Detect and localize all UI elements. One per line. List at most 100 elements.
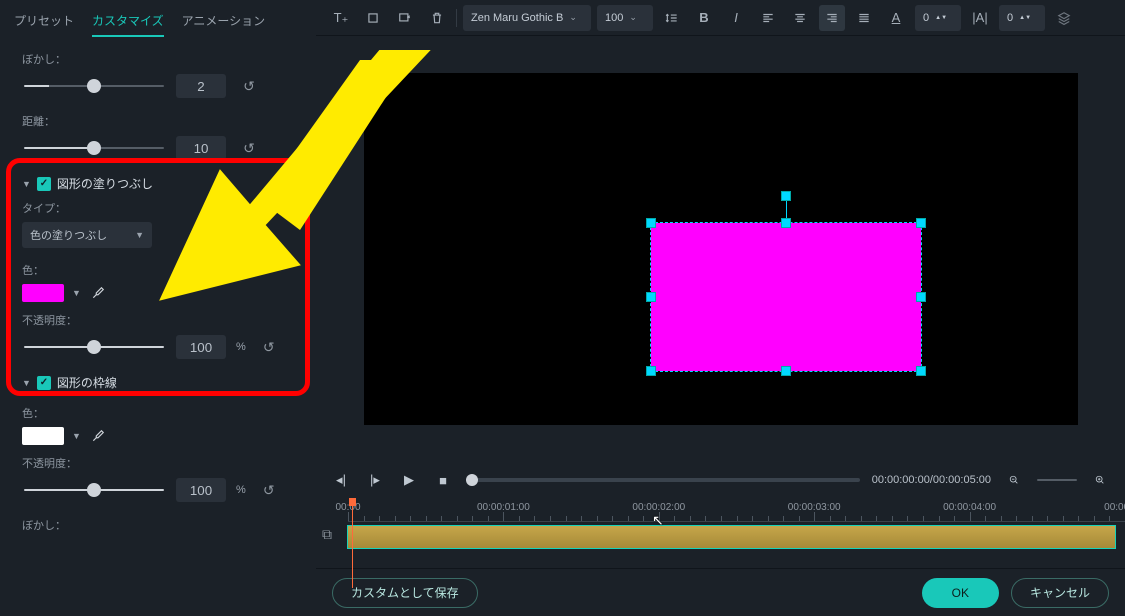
- align-left-icon[interactable]: [755, 5, 781, 31]
- text-toolbar: T₊ Zen Maru Gothic B⌄ 100⌄ B I: [316, 0, 1125, 36]
- letter-width-icon[interactable]: |A|: [967, 5, 993, 31]
- handle-top-right[interactable]: [916, 218, 926, 228]
- delete-icon[interactable]: [424, 5, 450, 31]
- cancel-button[interactable]: キャンセル: [1011, 578, 1109, 608]
- blur-value[interactable]: [176, 74, 226, 98]
- stroke-opacity-label: 不透明度：: [22, 455, 294, 471]
- ruler-label: 00:00: [335, 502, 360, 513]
- ruler-label: 00:00:03:00: [788, 502, 841, 513]
- char-spacing-input[interactable]: 0 ▲▼: [915, 5, 961, 31]
- stroke-color-label: 色：: [22, 405, 294, 421]
- tab-customize[interactable]: カスタマイズ: [92, 8, 164, 37]
- stroke-checkbox[interactable]: ✓: [37, 376, 51, 390]
- handle-top-left[interactable]: [646, 218, 656, 228]
- seek-thumb[interactable]: [466, 474, 478, 486]
- distance-reset[interactable]: ↺: [236, 135, 262, 161]
- handle-top[interactable]: [781, 218, 791, 228]
- color-label: 色：: [22, 262, 294, 278]
- font-select[interactable]: Zen Maru Gothic B⌄: [463, 5, 591, 31]
- pct-label: %: [236, 341, 246, 353]
- fill-color-swatch[interactable]: [22, 284, 64, 302]
- tab-preset[interactable]: プリセット: [14, 8, 74, 37]
- layers-icon[interactable]: [1051, 5, 1077, 31]
- distance-value[interactable]: [176, 136, 226, 160]
- ruler-label: 00:00:01:00: [477, 502, 530, 513]
- stroke-opacity-slider[interactable]: [24, 489, 164, 491]
- distance-slider[interactable]: [24, 147, 164, 149]
- track-type-icon[interactable]: ⧉: [322, 526, 332, 543]
- align-right-icon[interactable]: [819, 5, 845, 31]
- save-custom-button[interactable]: カスタムとして保存: [332, 578, 478, 608]
- rotate-handle[interactable]: [781, 191, 791, 201]
- ruler-label: 00:00:04:00: [943, 502, 996, 513]
- add-text-icon[interactable]: T₊: [328, 5, 354, 31]
- letter-width-value: 0: [1007, 12, 1013, 24]
- chevron-down-icon[interactable]: ▼: [72, 288, 81, 298]
- stroke-section-header[interactable]: ▼ ✓ 図形の枠線: [22, 374, 294, 391]
- selected-shape[interactable]: [651, 223, 921, 371]
- handle-left[interactable]: [646, 292, 656, 302]
- opacity-value[interactable]: [176, 335, 226, 359]
- crop-icon[interactable]: [360, 5, 386, 31]
- transport-bar: ◂| |▸ ▶ ■ 00:00:00:00/00:00:05:00: [316, 462, 1125, 498]
- blur-reset[interactable]: ↺: [236, 73, 262, 99]
- align-center-icon[interactable]: [787, 5, 813, 31]
- caret-down-icon: ▼: [22, 179, 31, 189]
- prev-frame-icon[interactable]: ◂|: [330, 469, 352, 491]
- canvas[interactable]: [364, 73, 1078, 425]
- fill-type-select[interactable]: 色の塗りつぶし ▼: [22, 222, 152, 248]
- zoom-in-icon[interactable]: [1089, 469, 1111, 491]
- font-name: Zen Maru Gothic B: [471, 12, 563, 24]
- canvas-viewport[interactable]: [316, 36, 1125, 462]
- letter-width-input[interactable]: 0 ▲▼: [999, 5, 1045, 31]
- timeline[interactable]: 00:0000:00:01:0000:00:02:0000:00:03:0000…: [316, 498, 1125, 568]
- blur-slider[interactable]: [24, 85, 164, 87]
- handle-bottom[interactable]: [781, 366, 791, 376]
- font-size-select[interactable]: 100⌄: [597, 5, 653, 31]
- zoom-out-icon[interactable]: [1003, 469, 1025, 491]
- stroke-opacity-value[interactable]: [176, 478, 226, 502]
- stroke-opacity-reset[interactable]: ↺: [256, 477, 282, 503]
- fill-type-value: 色の塗りつぶし: [30, 227, 107, 243]
- eyedropper-icon[interactable]: [89, 427, 107, 445]
- play-icon[interactable]: ▶: [398, 469, 420, 491]
- opacity-reset[interactable]: ↺: [256, 334, 282, 360]
- opacity-label: 不透明度：: [22, 312, 294, 328]
- text-color-icon[interactable]: A: [883, 5, 909, 31]
- ok-button[interactable]: OK: [922, 578, 999, 608]
- next-frame-icon[interactable]: |▸: [364, 469, 386, 491]
- zoom-slider[interactable]: [1037, 479, 1077, 481]
- properties-panel: プリセット カスタマイズ アニメーション ぼかし： ↺ 距離： ↺ ▼ ✓ 図形…: [0, 0, 316, 616]
- timeline-clip[interactable]: [348, 526, 1115, 548]
- stroke-section-title: 図形の枠線: [57, 374, 117, 391]
- handle-bottom-left[interactable]: [646, 366, 656, 376]
- align-justify-icon[interactable]: [851, 5, 877, 31]
- line-height-icon[interactable]: [659, 5, 685, 31]
- timecode: 00:00:00:00/00:00:05:00: [872, 474, 991, 486]
- stroke-color-swatch[interactable]: [22, 427, 64, 445]
- image-remove-icon[interactable]: [392, 5, 418, 31]
- pct-label: %: [236, 484, 246, 496]
- editor-area: T₊ Zen Maru Gothic B⌄ 100⌄ B I: [316, 0, 1125, 616]
- fill-section-header[interactable]: ▼ ✓ 図形の塗りつぶし: [22, 175, 294, 192]
- blur2-label: ぼかし：: [22, 517, 294, 533]
- italic-icon[interactable]: I: [723, 5, 749, 31]
- ruler-label: 00:00:05:: [1104, 502, 1125, 513]
- eyedropper-icon[interactable]: [89, 284, 107, 302]
- bold-icon[interactable]: B: [691, 5, 717, 31]
- chevron-down-icon[interactable]: ▼: [72, 431, 81, 441]
- opacity-slider[interactable]: [24, 346, 164, 348]
- mouse-cursor-icon: ↖: [652, 512, 664, 529]
- panel-tabs: プリセット カスタマイズ アニメーション: [0, 0, 316, 37]
- tab-animation[interactable]: アニメーション: [182, 8, 266, 37]
- stop-icon[interactable]: ■: [432, 469, 454, 491]
- playhead[interactable]: [352, 498, 353, 588]
- seek-bar[interactable]: [466, 478, 860, 482]
- handle-bottom-right[interactable]: [916, 366, 926, 376]
- time-ruler[interactable]: 00:0000:00:01:0000:00:02:0000:00:03:0000…: [348, 498, 1125, 522]
- fill-checkbox[interactable]: ✓: [37, 177, 51, 191]
- fill-section-title: 図形の塗りつぶし: [57, 175, 153, 192]
- handle-right[interactable]: [916, 292, 926, 302]
- font-size: 100: [605, 12, 623, 24]
- blur-label: ぼかし：: [22, 51, 294, 67]
